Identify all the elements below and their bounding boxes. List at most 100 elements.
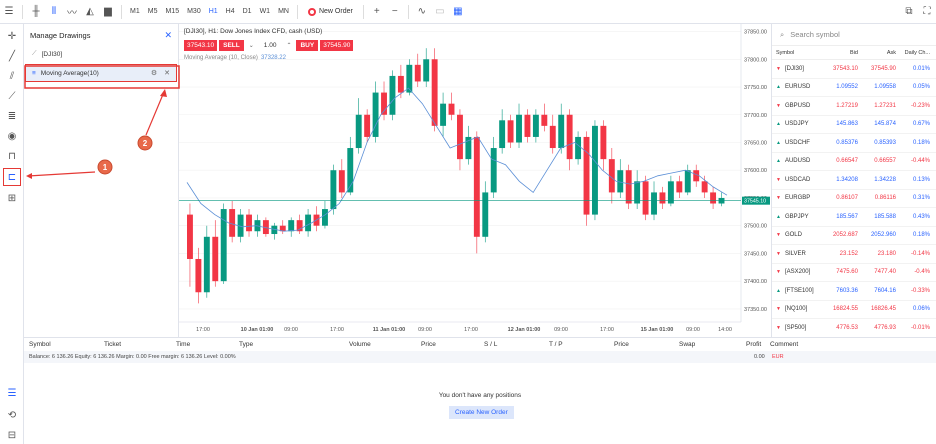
column-header-volume[interactable]: Volume xyxy=(349,341,371,348)
zoom-in-icon[interactable]: + xyxy=(368,3,386,21)
watchlist-row[interactable]: ▼ GBPUSD 1.27219 1.27231 -0.23% xyxy=(772,97,936,116)
quantity-input[interactable]: 1.00 xyxy=(256,42,285,49)
column-header-symbol[interactable]: Symbol xyxy=(29,341,51,348)
y-tick-label: 37600.00 xyxy=(744,168,767,174)
bar-chart-icon[interactable]: ╫ xyxy=(27,3,45,21)
change-cell: -0.14% xyxy=(910,250,930,257)
timeframe-h1[interactable]: H1 xyxy=(205,3,222,21)
candle-body xyxy=(457,114,463,160)
timeframe-m30[interactable]: M30 xyxy=(183,3,205,21)
watchlist-row[interactable]: ▲ USDJPY 145.863 145.874 0.67% xyxy=(772,116,936,134)
bid-cell: 0.85376 xyxy=(836,139,858,146)
drag-handle-icon[interactable]: ≡ xyxy=(32,70,36,77)
chart-canvas[interactable]: 37850.00 37800.00 37750.00 37700.00 37650.00… xyxy=(179,24,771,337)
watchlist-row[interactable]: ▼ [ASX200] 7475.60 7477.40 -0.4% xyxy=(772,264,936,282)
screenshot-icon[interactable]: ⧉ xyxy=(900,3,918,21)
timeframe-mn[interactable]: MN xyxy=(274,3,293,21)
history-icon[interactable]: ⟲ xyxy=(3,406,21,424)
watchlist-row[interactable]: ▲ GBPJPY 185.567 185.588 0.43% xyxy=(772,208,936,227)
header-symbol[interactable]: Symbol xyxy=(772,50,820,56)
indicator-label: Moving Average(10) xyxy=(40,69,99,77)
create-new-order-button[interactable]: Create New Order xyxy=(449,406,514,419)
change-cell: 0.67% xyxy=(912,121,930,128)
settings-icon[interactable]: ⚙ xyxy=(151,69,157,77)
list-icon[interactable]: ☰ xyxy=(3,384,21,402)
indicators-icon[interactable]: ∿ xyxy=(413,3,431,21)
line-chart-icon[interactable]: 〰 xyxy=(63,3,81,21)
layers-icon[interactable]: ⊞ xyxy=(3,189,21,207)
template-icon[interactable]: ▭ xyxy=(431,3,449,21)
watchlist-row[interactable]: ▼ [SP500] 4776.53 4776.93 -0.01% xyxy=(772,319,936,337)
change-cell: -0.4% xyxy=(914,269,930,276)
calendar-icon[interactable]: ▦ xyxy=(449,3,467,21)
menu-icon[interactable]: ☰ xyxy=(0,3,18,21)
header-ask[interactable]: Ask xyxy=(858,50,896,56)
column-header-price[interactable]: Price xyxy=(614,341,629,348)
buy-button[interactable]: BUY xyxy=(296,40,319,51)
column-header-type[interactable]: Type xyxy=(239,341,253,348)
lock-icon[interactable]: ⊓ xyxy=(3,147,21,165)
calculator-icon[interactable]: ⊟ xyxy=(3,426,21,444)
crosshair-icon[interactable]: ✛ xyxy=(3,27,21,45)
fibonacci-icon[interactable]: ≣ xyxy=(3,107,21,125)
arrow-down-icon: ▼ xyxy=(776,269,781,276)
column-header-sl[interactable]: S / L xyxy=(484,341,497,348)
column-header-comment[interactable]: Comment xyxy=(770,341,798,348)
watchlist-row[interactable]: ▼ [DJI30] 37543.10 37545.90 0.01% xyxy=(772,60,936,79)
timeframe-m5[interactable]: M5 xyxy=(144,3,162,21)
x-tick-label: 14:00 xyxy=(718,327,732,333)
area-chart-icon[interactable]: ◭ xyxy=(81,3,99,21)
symbol-cell: ▼ [ASX200] xyxy=(772,269,820,275)
watchlist-row[interactable]: ▼ USDCAD 1.34208 1.34228 0.13% xyxy=(772,171,936,190)
header-change[interactable]: Daily Ch... xyxy=(896,50,934,56)
manage-drawings-icon[interactable]: ⊏ xyxy=(3,168,21,186)
column-header-price[interactable]: Price xyxy=(421,341,436,348)
trend-line-icon[interactable]: ╱ xyxy=(3,47,21,65)
candle-body xyxy=(600,125,607,160)
column-header-tp[interactable]: T / P xyxy=(549,341,563,348)
watchlist-row[interactable]: ▲ EURUSD 1.09552 1.09558 0.05% xyxy=(772,79,936,97)
watchlist-row[interactable]: ▲ [FTSE100] 7603.36 7604.16 -0.33% xyxy=(772,282,936,301)
candle-body xyxy=(651,192,657,215)
channel-icon[interactable]: ⫽ xyxy=(3,67,21,85)
eye-icon[interactable]: ◉ xyxy=(3,127,21,145)
positions-header: Symbol Ticket Time Type Volume Price S / L T / … xyxy=(24,338,936,351)
price-chart[interactable]: 37850.00 37800.00 37750.00 37700.00 37650.00… xyxy=(179,24,770,337)
timeframe-w1[interactable]: W1 xyxy=(256,3,275,21)
buy-price[interactable]: 37545.90 xyxy=(320,40,354,51)
chevron-up-icon[interactable]: ⌃ xyxy=(286,42,294,49)
symbol-search[interactable]: ⌕ Search symbol xyxy=(772,24,936,46)
header-bid[interactable]: Bid xyxy=(820,50,858,56)
watchlist-row[interactable]: ▲ AUDUSD 0.66547 0.66557 -0.44% xyxy=(772,153,936,171)
watchlist-row[interactable]: ▼ [NQ100] 16824.55 16826.45 0.06% xyxy=(772,301,936,319)
column-header-ticket[interactable]: Ticket xyxy=(104,341,121,348)
drawing-indicator-row[interactable]: ≡ Moving Average(10) ⚙ ✕ xyxy=(25,64,177,82)
column-header-profit[interactable]: Profit xyxy=(746,341,761,348)
histogram-icon[interactable]: ▆ xyxy=(99,3,117,21)
watchlist-row[interactable]: ▼ SILVER 23.152 23.180 -0.14% xyxy=(772,245,936,264)
chevron-down-icon[interactable]: ⌄ xyxy=(246,42,254,49)
timeframe-m1[interactable]: M1 xyxy=(126,3,144,21)
timeframe-d1[interactable]: D1 xyxy=(239,3,256,21)
watchlist-row[interactable]: ▼ GOLD 2052.687 2052.960 0.18% xyxy=(772,227,936,245)
watchlist-row[interactable]: ▼ EURGBP 0.86107 0.86116 0.31% xyxy=(772,190,936,208)
drawing-symbol-row[interactable]: ⟋ [DJI30] xyxy=(24,46,178,62)
watchlist-row[interactable]: ▲ USDCHF 0.85376 0.85393 0.18% xyxy=(772,134,936,153)
timeframe-m15[interactable]: M15 xyxy=(161,3,183,21)
new-order-toolbar-button[interactable]: New Order xyxy=(302,7,359,16)
candle-body xyxy=(431,59,438,126)
search-input[interactable]: Search symbol xyxy=(790,30,840,39)
symbol-name: GBPJPY xyxy=(784,213,809,220)
column-header-swap[interactable]: Swap xyxy=(679,341,695,348)
timeframe-h4[interactable]: H4 xyxy=(222,3,239,21)
candle-body xyxy=(507,120,514,143)
candle-chart-icon[interactable]: ⫴ xyxy=(45,3,63,21)
column-header-time[interactable]: Time xyxy=(176,341,190,348)
sell-price[interactable]: 37543.10 xyxy=(184,40,218,51)
close-icon[interactable]: ✕ xyxy=(164,30,172,41)
sell-button[interactable]: SELL xyxy=(219,40,244,51)
ray-icon[interactable]: ⟋ xyxy=(3,87,21,105)
zoom-out-icon[interactable]: − xyxy=(386,3,404,21)
remove-icon[interactable]: ✕ xyxy=(164,69,170,77)
fullscreen-icon[interactable]: ⛶ xyxy=(918,3,936,21)
